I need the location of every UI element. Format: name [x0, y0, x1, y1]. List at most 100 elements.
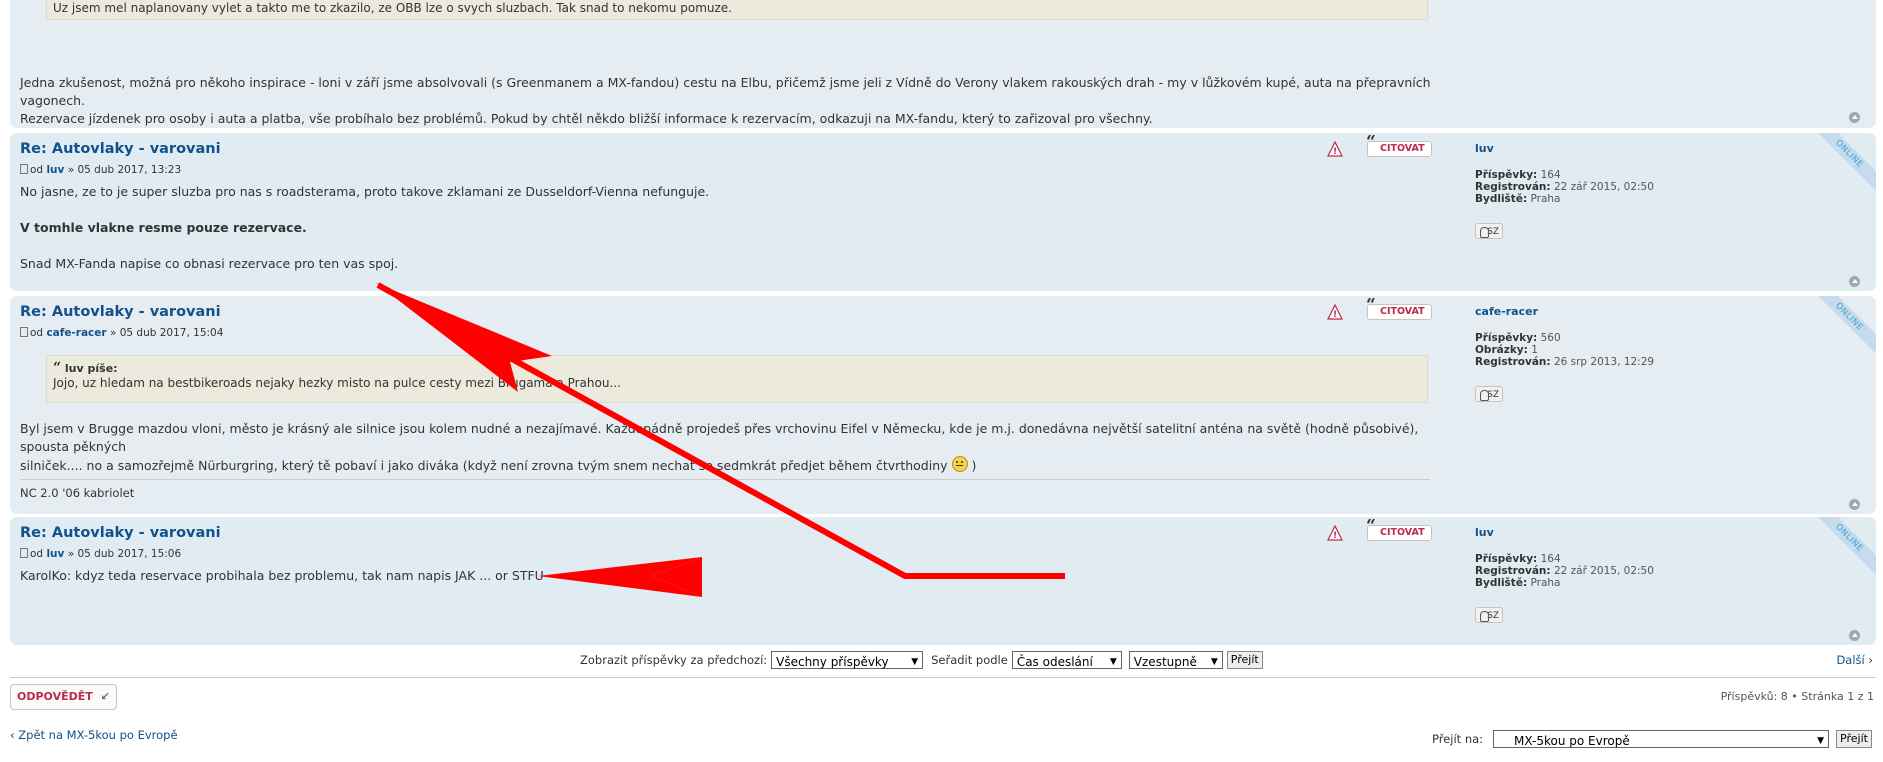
back-link[interactable]: Zpět na MX-5kou po Evropě — [18, 728, 177, 742]
svg-text:!: ! — [1333, 531, 1337, 541]
quote-icon: “ — [1366, 133, 1376, 152]
post-title[interactable]: Re: Autovlaky - varovani — [20, 304, 221, 320]
sort-direction-select[interactable]: Vzestupně ▼ — [1128, 651, 1223, 669]
post-author-line: od luv » 05 dub 2017, 13:23 — [20, 164, 181, 176]
post-profile: luv Příspěvky: 164 Registrován: 22 zář 2… — [1475, 143, 1775, 239]
private-message-button[interactable]: SZ — [1475, 223, 1503, 239]
online-ribbon: ONLINE — [1805, 133, 1876, 198]
select-value: Všechny příspěvky — [776, 655, 889, 669]
back-to-top-icon[interactable] — [1849, 276, 1860, 287]
report-icon[interactable]: ! — [1327, 141, 1343, 157]
post: Re: Autovlaky - varovani od luv » 05 dub… — [10, 517, 1876, 645]
post-file-icon[interactable] — [20, 548, 28, 558]
post-content: KarolKo: kdyz teda reservace probihala b… — [20, 567, 1430, 585]
sort-label: Seřadit podle — [931, 653, 1008, 667]
chevron-down-icon: ▼ — [1210, 657, 1218, 667]
profile-residence: Bydliště: Praha — [1475, 577, 1775, 589]
quote-button[interactable]: “ CITOVAT — [1366, 297, 1432, 320]
profile-value: 22 zář 2015, 02:50 — [1553, 181, 1654, 193]
profile-username[interactable]: luv — [1475, 527, 1775, 539]
profile-label: Bydliště: — [1475, 193, 1528, 205]
profile-value[interactable]: 1 — [1531, 344, 1538, 356]
author-link[interactable]: luv — [46, 164, 64, 176]
reply-icon: ↙ — [100, 690, 110, 703]
jump-select[interactable]: MX-5kou po Evropě ▼ — [1493, 730, 1830, 748]
profile-label: Bydliště: — [1475, 577, 1528, 589]
smiley-icon — [951, 456, 968, 472]
display-days-select[interactable]: Všechny příspěvky ▼ — [771, 651, 924, 669]
post-title[interactable]: Re: Autovlaky - varovani — [20, 525, 221, 541]
post-text-line: V tomhle vlakne resme pouze rezervace. — [20, 220, 307, 235]
profile-registered: Registrován: 22 zář 2015, 02:50 — [1475, 181, 1775, 193]
profile-posts: Příspěvky: 560 — [1475, 332, 1775, 344]
divider — [10, 677, 1876, 678]
author-link[interactable]: cafe-racer — [46, 327, 106, 339]
back-to-top-icon[interactable] — [1849, 630, 1860, 641]
back-to-top-icon[interactable] — [1849, 112, 1860, 123]
post-content: Byl jsem v Brugge mazdou vloni, město je… — [20, 420, 1440, 475]
author-prefix: od — [30, 548, 44, 560]
next-page-link[interactable]: Další — [1836, 653, 1864, 667]
sort-go-button[interactable]: Přejít — [1226, 651, 1263, 669]
jump-go-button[interactable]: Přejít — [1836, 730, 1872, 748]
post-author-line: od luv » 05 dub 2017, 15:06 — [20, 548, 181, 560]
profile-username[interactable]: luv — [1475, 143, 1775, 155]
display-options-bar: Zobrazit příspěvky za předchozí: Všechny… — [0, 651, 1883, 671]
post-file-icon[interactable] — [20, 327, 28, 337]
profile-posts: Příspěvky: 164 — [1475, 553, 1775, 565]
sort-key-select[interactable]: Čas odeslání ▼ — [1011, 651, 1122, 669]
profile-label: Obrázky: — [1475, 344, 1528, 356]
profile-value: Praha — [1530, 193, 1561, 205]
post: Re: Autovlaky - varovani od luv » 05 dub… — [10, 133, 1876, 291]
post-title[interactable]: Re: Autovlaky - varovani — [20, 141, 221, 157]
quote-button[interactable]: “ CITOVAT — [1366, 134, 1432, 157]
profile-label: Registrován: — [1475, 181, 1551, 193]
back-to-top-icon[interactable] — [1849, 499, 1860, 510]
quote-icon: “ — [53, 360, 62, 376]
post-text-line: Byl jsem v Brugge mazdou vloni, město je… — [20, 421, 1419, 454]
post-file-icon[interactable] — [20, 164, 28, 174]
author-separator: » — [109, 327, 117, 339]
profile-value: 22 zář 2015, 02:50 — [1553, 565, 1654, 577]
profile-label: Registrován: — [1475, 565, 1551, 577]
private-message-button[interactable]: SZ — [1475, 607, 1503, 623]
chevron-down-icon: ▼ — [1817, 736, 1825, 746]
post-partial: Uz jsem mel naplanovany vylet a takto me… — [10, 0, 1876, 128]
reply-button-label: ODPOVĚDĚT — [17, 690, 93, 703]
profile-posts: Příspěvky: 164 — [1475, 169, 1775, 181]
profile-label: Příspěvky: — [1475, 169, 1538, 181]
post-date: 05 dub 2017, 15:06 — [77, 548, 182, 560]
report-icon[interactable]: ! — [1327, 304, 1343, 320]
quote-cite: “ luv píše: — [53, 360, 1421, 376]
quote-button-label: CITOVAT — [1380, 306, 1425, 317]
chevron-down-icon: ▼ — [911, 657, 919, 667]
back-link-row: ‹ Zpět na MX-5kou po Evropě — [10, 728, 178, 742]
profile-value[interactable]: 164 — [1541, 553, 1561, 565]
profile-username[interactable]: cafe-racer — [1475, 306, 1775, 318]
display-label: Zobrazit příspěvky za předchozí: — [580, 653, 768, 667]
profile-label: Příspěvky: — [1475, 553, 1538, 565]
post-text-line: No jasne, ze to je super sluzba pro nas … — [20, 184, 710, 199]
user-icon — [1480, 611, 1489, 622]
select-value: MX-5kou po Evropě — [1514, 734, 1630, 748]
quote-cite-text: luv píše: — [64, 362, 118, 375]
post-date: 05 dub 2017, 15:04 — [119, 327, 224, 339]
author-link[interactable]: luv — [46, 548, 64, 560]
report-icon[interactable]: ! — [1327, 525, 1343, 541]
quote-button[interactable]: “ CITOVAT — [1366, 518, 1432, 541]
post-content: No jasne, ze to je super sluzba pro nas … — [20, 183, 1430, 273]
reply-button[interactable]: ODPOVĚDĚT ↙ — [10, 684, 117, 710]
online-ribbon: ONLINE — [1805, 517, 1876, 582]
private-message-button[interactable]: SZ — [1475, 386, 1503, 402]
profile-value[interactable]: 560 — [1541, 332, 1561, 344]
profile-value: 26 srp 2013, 12:29 — [1553, 356, 1655, 368]
jump-box: Přejít na: MX-5kou po Evropě ▼ Přejít — [1432, 730, 1872, 748]
author-separator: » — [67, 164, 75, 176]
post-text-line: Rezervace jízdenek pro osoby i auta a pl… — [20, 111, 1153, 126]
post-signature: NC 2.0 '06 kabriolet — [20, 479, 1430, 500]
author-separator: » — [67, 548, 75, 560]
profile-value[interactable]: 164 — [1541, 169, 1561, 181]
svg-text:!: ! — [1333, 147, 1337, 157]
post-date: 05 dub 2017, 13:23 — [77, 164, 182, 176]
chevron-right-icon: › — [1868, 653, 1873, 667]
